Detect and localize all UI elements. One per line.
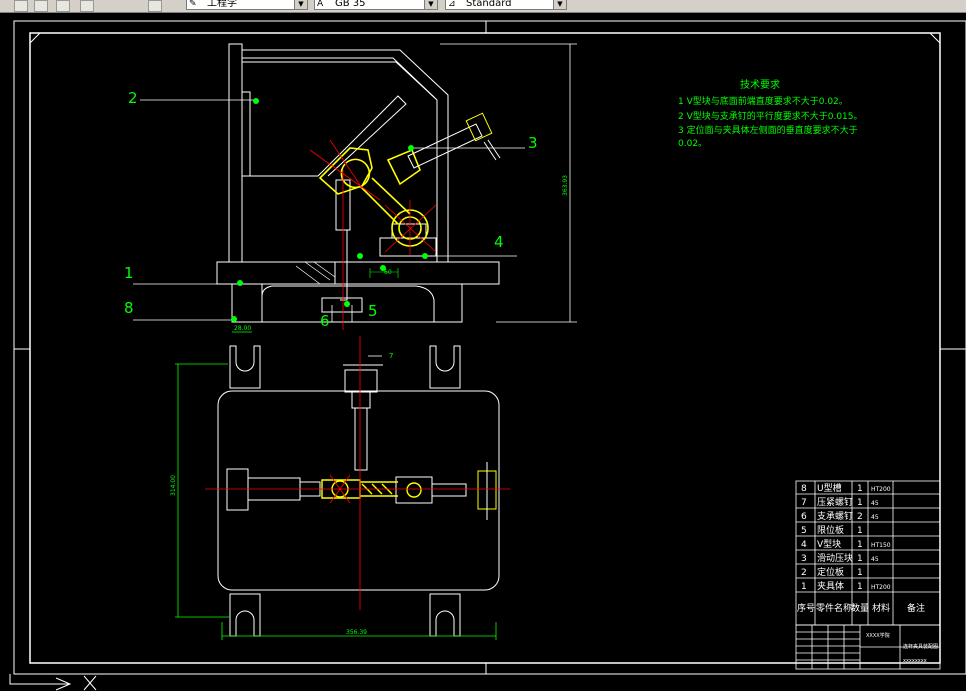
- chevron-down-icon[interactable]: ▼: [294, 0, 307, 9]
- bom-cell-name: 定位板: [817, 566, 844, 578]
- tech-note: 3 定位面与夹具体左侧面的垂直度要求不大于: [678, 124, 858, 136]
- balloon-label: 1: [124, 264, 134, 282]
- undo-icon[interactable]: [14, 0, 28, 12]
- tech-note: 2 V型块与支承钉的平行度要求不大于0.015。: [678, 110, 863, 122]
- bom-cell-qty: 1: [857, 568, 863, 578]
- bom-cell-no: 4: [801, 540, 807, 550]
- dim-height-right: 363.93: [562, 175, 569, 196]
- open-file-icon[interactable]: [56, 0, 70, 12]
- balloon-label: 3: [528, 134, 538, 152]
- title-block-drawing-no: xxxxxxxx: [903, 658, 927, 664]
- bom-cell-qty: 1: [857, 498, 863, 508]
- bom-cell-qty: 1: [857, 526, 863, 536]
- bom-cell-no: 8: [801, 484, 807, 494]
- dim-style-icon: ⊿: [448, 0, 456, 9]
- bom-cell-no: 2: [801, 568, 807, 578]
- balloon-labels: 2 3 4 1 8 6 5 7: [124, 89, 538, 360]
- tech-requirements: 技术要求 1 V型块与底面前端直度要求不大于0.02。 2 V型块与支承钉的平行…: [678, 78, 863, 149]
- balloon-label: 2: [128, 89, 138, 107]
- bom-cell-name: V型块: [817, 538, 841, 550]
- bom-cell-no: 6: [801, 512, 807, 522]
- ucs-icon: [9, 674, 97, 691]
- balloon-label: 8: [124, 299, 134, 317]
- dim-top-small: 28.00: [234, 325, 251, 332]
- tech-note: 0.02。: [678, 139, 707, 149]
- tool-icon[interactable]: [148, 0, 162, 12]
- balloon-label: 5: [368, 302, 378, 320]
- tech-note: 1 V型块与底面前端直度要求不大于0.02。: [678, 95, 848, 107]
- bom-cell-name: U型槽: [817, 482, 842, 494]
- front-view: [216, 43, 577, 323]
- bom-cell-no: 3: [801, 554, 807, 564]
- dim-style-value: Standard: [466, 0, 512, 9]
- top-view: [175, 331, 500, 640]
- bom-cell-material: HT150: [871, 542, 891, 549]
- bom-cell-qty: 1: [857, 484, 863, 494]
- bom-cell-name: 夹具体: [817, 580, 844, 592]
- bom-cell-qty: 1: [857, 554, 863, 564]
- bom-cell-name: 压紧螺钉: [817, 497, 853, 508]
- bom-cell-name: 滑动压块: [817, 552, 853, 564]
- dim-bottom-width: 356.39: [346, 629, 367, 636]
- balloon-label: 4: [494, 233, 504, 251]
- clamp-screw-front: [407, 112, 501, 169]
- leader-dots: [231, 98, 428, 322]
- workspace-icon: ✎: [189, 0, 197, 9]
- drawing-canvas[interactable]: 2 3 4 1 8 6 5 7 363.93 60 314.00 28.00 3…: [0, 12, 966, 691]
- bom-cell-material: HT200: [871, 584, 891, 591]
- bom-cell-qty: 2: [857, 512, 863, 522]
- tech-title: 技术要求: [740, 78, 780, 91]
- title-block-drawing-name: 连杆夹具装配图: [903, 643, 938, 650]
- balloon-label: 6: [320, 312, 330, 330]
- centerlines-top: [205, 336, 510, 610]
- dim-small-center: 60: [384, 269, 392, 276]
- gear-icon[interactable]: [80, 0, 94, 12]
- text-style-icon: A: [317, 0, 324, 9]
- dim-style-select[interactable]: ⊿ Standard ▼: [445, 0, 567, 10]
- bom-header-remark: 备注: [907, 602, 925, 614]
- bom-cell-qty: 1: [857, 540, 863, 550]
- bom-cell-name: 限位板: [817, 524, 844, 536]
- bom-rows: 8 U型槽 1 HT200 7 压紧螺钉 1 45 6 支承螺钉 2 45 5 限位板 1 4 V型块 1 HT15…: [801, 482, 891, 592]
- bom-cell-name: 支承螺钉: [817, 510, 853, 522]
- new-file-icon[interactable]: [34, 0, 48, 12]
- text-style-value: GB 35: [335, 0, 366, 9]
- bom-table: 8 U型槽 1 HT200 7 压紧螺钉 1 45 6 支承螺钉 2 45 5 限位板 1 4 V型块 1 HT15…: [795, 458, 941, 670]
- chevron-down-icon[interactable]: ▼: [553, 0, 566, 9]
- bom-cell-no: 5: [801, 526, 807, 536]
- bom-header-name: 零件名称: [816, 602, 852, 614]
- workspace-value: 工程学: [207, 0, 237, 9]
- bom-cell-no: 7: [801, 498, 807, 508]
- balloon-label: 7: [389, 352, 393, 360]
- bom-header-material: 材料: [872, 602, 890, 614]
- chevron-down-icon[interactable]: ▼: [424, 0, 437, 9]
- bom-cell-qty: 1: [857, 582, 863, 592]
- text-style-select[interactable]: A GB 35 ▼: [314, 0, 438, 10]
- dim-left-vertical: 314.00: [170, 475, 177, 496]
- bom-cell-material: 45: [871, 500, 879, 507]
- bom-cell-no: 1: [801, 582, 807, 592]
- workspace-select[interactable]: ✎ 工程学 ▼: [186, 0, 308, 10]
- title-block-school: XXXX学院: [866, 632, 890, 639]
- bom-cell-material: HT200: [871, 486, 891, 493]
- bom-cell-material: 45: [871, 514, 879, 521]
- bom-header-qty: 数量: [851, 602, 869, 614]
- bom-header-no: 序号: [797, 602, 815, 614]
- bom-cell-material: 45: [871, 556, 879, 563]
